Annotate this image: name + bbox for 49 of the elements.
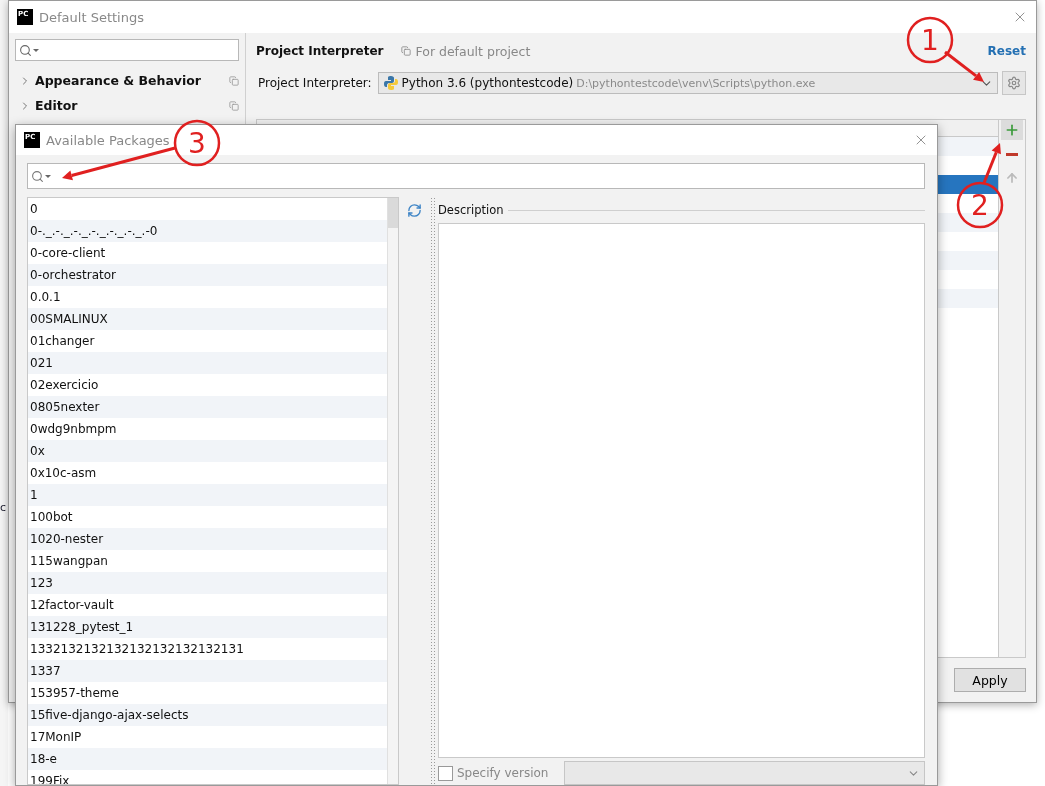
package-item[interactable]: 0x — [28, 440, 387, 462]
copy-icon — [229, 100, 239, 111]
package-item[interactable]: 1020-nester — [28, 528, 387, 550]
package-item[interactable]: 1337 — [28, 660, 387, 682]
sidebar-item[interactable]: Editor — [15, 93, 239, 118]
description-label: Description — [438, 203, 504, 217]
reset-link[interactable]: Reset — [987, 44, 1026, 58]
annotation-mark: 2 — [956, 143, 1004, 229]
gear-icon — [1007, 76, 1021, 90]
package-item[interactable]: 1 — [28, 484, 387, 506]
checkbox-label: Specify version — [457, 766, 549, 780]
section-title: Project Interpreter — [256, 44, 384, 58]
search-field[interactable] — [27, 163, 925, 189]
field-label: Project Interpreter: — [257, 76, 373, 90]
background-text: c — [0, 501, 7, 514]
checkbox[interactable] — [438, 765, 453, 781]
scope-label: For default project — [415, 43, 531, 59]
interpreter-name: Python 3.6 (pythontestcode) — [401, 76, 574, 90]
dialog-title: Available Packages — [46, 132, 170, 148]
minus-icon — [1006, 152, 1018, 156]
search-icon — [31, 169, 51, 183]
sidebar-item[interactable]: Appearance & Behavior — [15, 68, 239, 93]
package-item[interactable]: 0805nexter — [28, 396, 387, 418]
apply-button[interactable]: Apply — [954, 668, 1026, 692]
refresh-button[interactable] — [407, 203, 422, 219]
sidebar-item-label: Editor — [35, 98, 79, 113]
python-logo-icon — [382, 75, 399, 91]
package-item[interactable]: 131228_pytest_1 — [28, 616, 387, 638]
interpreter-path: D:\pythontestcode\venv\Scripts\python.exe — [576, 76, 817, 90]
search-icon — [19, 43, 39, 57]
package-item[interactable]: 021 — [28, 352, 387, 374]
settings-button[interactable] — [1002, 71, 1026, 95]
plus-icon — [1004, 122, 1020, 138]
package-item[interactable]: 18-e — [28, 748, 387, 770]
package-item[interactable]: 123 — [28, 572, 387, 594]
add-button[interactable] — [1001, 120, 1023, 140]
annotation-mark: 1 — [906, 16, 984, 82]
package-item[interactable]: 0-._.-._.-._.-._.-._.-._.-0 — [28, 220, 387, 242]
copy-icon — [401, 46, 412, 56]
window-title: Default Settings — [39, 9, 144, 25]
package-item[interactable]: 00SMALINUX — [28, 308, 387, 330]
version-dropdown[interactable] — [564, 761, 925, 785]
copy-icon — [229, 75, 239, 86]
interpreter-dropdown[interactable]: Python 3.6 (pythontestcode) D:\pythontestcode\venv\Scripts\python.exe — [377, 72, 998, 94]
package-item[interactable]: 15five-django-ajax-selects — [28, 704, 387, 726]
package-item[interactable]: 0-orchestrator — [28, 264, 387, 286]
scrollbar-thumb[interactable] — [388, 198, 398, 228]
search-field[interactable] — [15, 39, 239, 61]
sidebar-item-label: Appearance & Behavior — [35, 73, 202, 88]
